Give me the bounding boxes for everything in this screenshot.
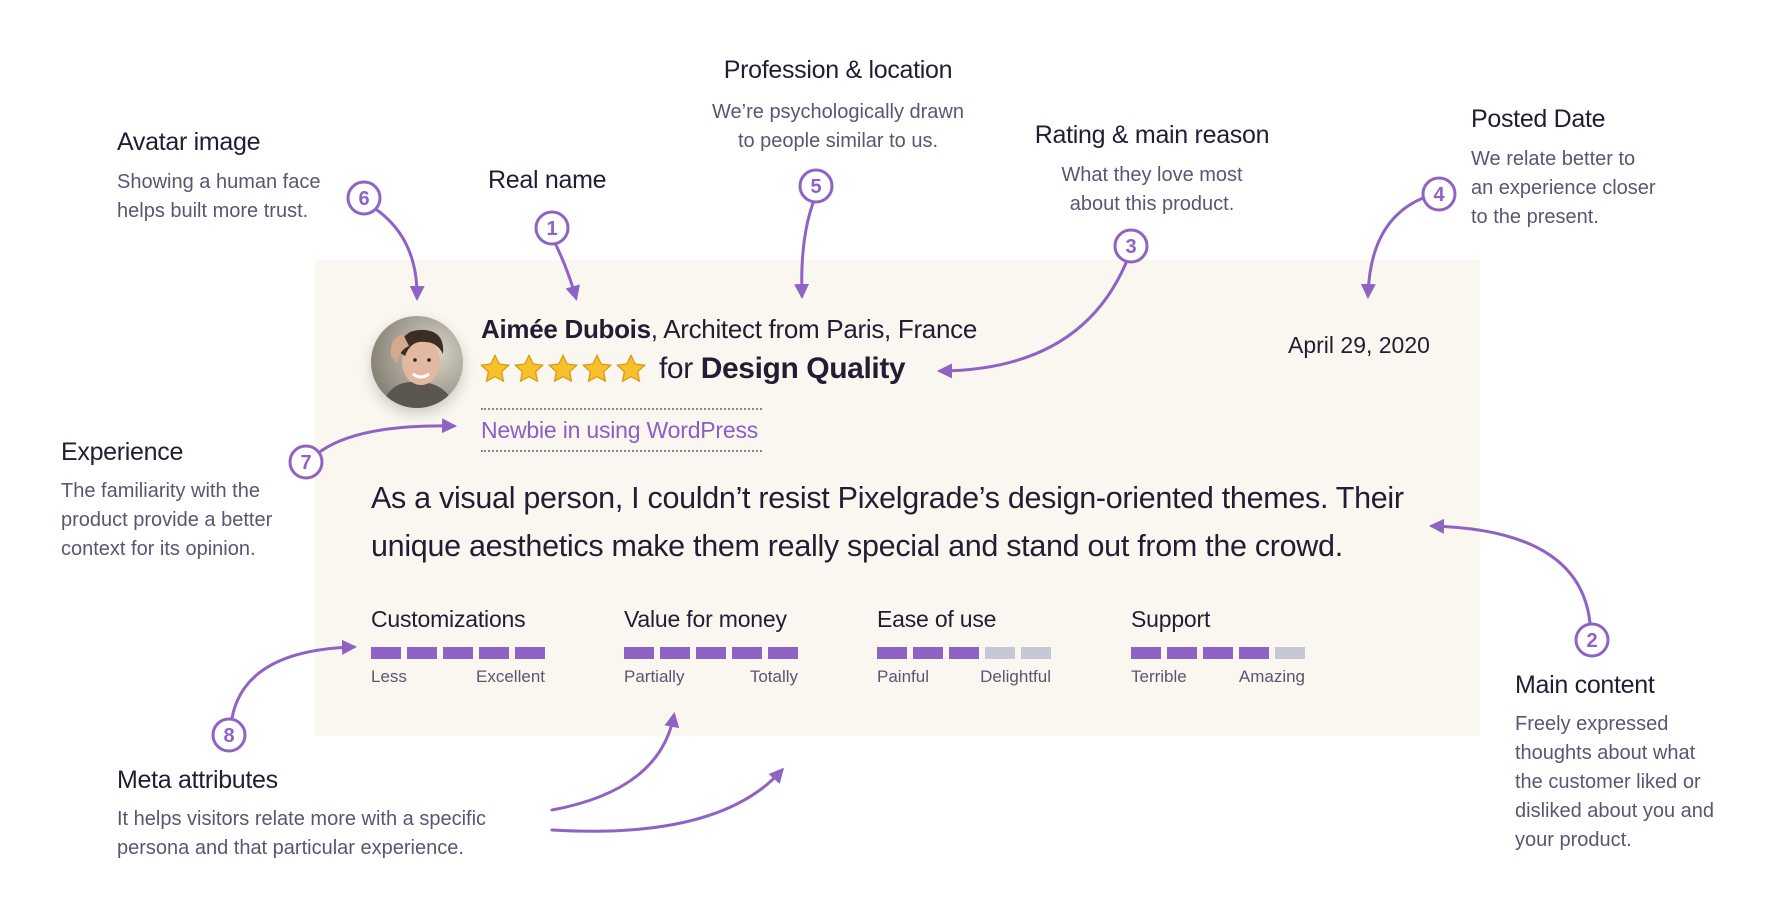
arrow-4 xyxy=(1360,196,1425,299)
annotation-number-2: 2 xyxy=(1574,622,1610,658)
svg-text:1: 1 xyxy=(546,218,557,240)
svg-text:8: 8 xyxy=(223,725,234,747)
annotation-number-6: 6 xyxy=(346,180,382,216)
arrow-meta-a xyxy=(550,712,680,812)
svg-text:2: 2 xyxy=(1586,630,1597,652)
svg-text:4: 4 xyxy=(1433,184,1445,206)
svg-text:7: 7 xyxy=(300,452,311,474)
annotation-arrows: 1 2 3 4 5 6 7 8 xyxy=(211,168,1610,833)
annotation-number-8: 8 xyxy=(211,717,247,753)
arrow-2 xyxy=(1429,518,1592,625)
arrow-7 xyxy=(319,418,457,453)
annotation-number-5: 5 xyxy=(798,168,834,204)
annotation-number-7: 7 xyxy=(288,444,324,480)
arrow-8 xyxy=(230,639,357,720)
svg-text:6: 6 xyxy=(358,188,369,210)
arrow-1 xyxy=(554,243,580,301)
arrow-6 xyxy=(375,208,425,301)
arrow-5 xyxy=(794,201,815,299)
arrow-3 xyxy=(937,261,1128,379)
annotation-number-3: 3 xyxy=(1113,228,1149,264)
svg-text:3: 3 xyxy=(1125,236,1136,258)
annotation-number-4: 4 xyxy=(1421,176,1457,212)
svg-text:5: 5 xyxy=(810,176,821,198)
annotation-number-1: 1 xyxy=(534,210,570,246)
